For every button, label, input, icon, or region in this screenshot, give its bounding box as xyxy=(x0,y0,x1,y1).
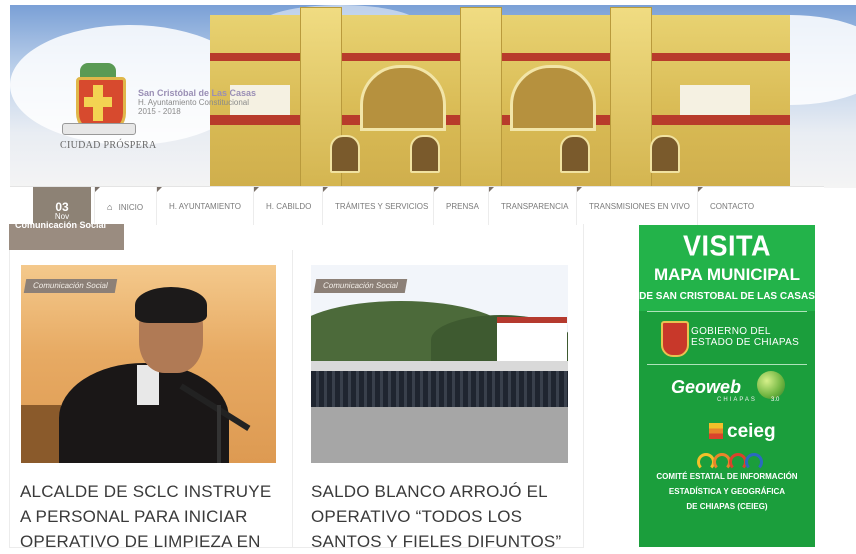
mic-stand-shape xyxy=(217,405,221,463)
geoweb-text: Geoweb xyxy=(671,377,742,397)
banner-visita: VISITA xyxy=(682,230,771,262)
post-title-2[interactable]: SALDO BLANCO ARROJÓ EL OPERATIVO “TODOS … xyxy=(311,479,576,554)
post-image-2[interactable]: Comunicación Social xyxy=(311,265,568,463)
globe-icon xyxy=(757,371,785,399)
nav-item-contacto[interactable]: CONTACTO xyxy=(697,187,766,225)
comite-line-1: COMITÉ ESTATAL DE INFORMACIÓN xyxy=(656,472,798,481)
crowd-shape xyxy=(311,371,568,407)
nav-item-h-ayuntamiento[interactable]: H. AYUNTAMIENTO xyxy=(156,187,253,225)
gobierno-line-2: ESTADO DE CHIAPAS xyxy=(691,337,800,348)
city-subtitle: H. Ayuntamiento Constitucional xyxy=(138,98,250,107)
main-nav: 03 Nov ⌂ INICIO H. AYUNTAMIENTO H. CABIL… xyxy=(10,186,824,225)
nav-item-transparencia[interactable]: TRANSPARENCIA xyxy=(488,187,580,225)
nav-label: TRÁMITES Y SERVICIOS xyxy=(335,202,429,211)
comite-line-3: DE CHIAPAS (CEIEG) xyxy=(686,502,768,511)
chair-shape xyxy=(21,405,61,463)
motto: CIUDAD PRÓSPERA xyxy=(60,140,157,151)
chiapas-shield-icon xyxy=(661,321,689,357)
column-divider xyxy=(292,250,293,547)
category-tab[interactable]: Comunicación Social xyxy=(9,220,124,250)
post-tag[interactable]: Comunicación Social xyxy=(313,279,407,293)
nav-label: TRANSPARENCIA xyxy=(501,202,569,211)
city-years: 2015 - 2018 xyxy=(138,107,181,116)
hair-shape xyxy=(135,287,207,323)
nav-label: H. AYUNTAMIENTO xyxy=(169,202,242,211)
comite-line-2: ESTADÍSTICA Y GEOGRÁFICA xyxy=(668,487,786,496)
post-image-1[interactable]: Comunicación Social xyxy=(21,265,276,463)
post-title-1[interactable]: ALCALDE DE SCLC INSTRUYE A PERSONAL PARA… xyxy=(20,479,285,554)
header-banner: San Cristóbal de Las Casas H. Ayuntamien… xyxy=(10,5,856,188)
nav-label: CONTACTO xyxy=(710,202,755,211)
nav-label: H. CABILDO xyxy=(266,202,312,211)
nav-item-prensa[interactable]: PRENSA xyxy=(433,187,491,225)
banner-header: VISITA MAPA MUNICIPAL DE SAN CRISTOBAL D… xyxy=(639,225,815,311)
city-title: San Cristóbal de Las Casas xyxy=(138,88,257,98)
comite-text: COMITÉ ESTATAL DE INFORMACIÓN ESTADÍSTIC… xyxy=(639,469,815,514)
ceieg-mark-icon xyxy=(709,423,723,439)
gobierno-line-1: GOBIERNO DEL xyxy=(691,326,771,337)
nav-item-transmisiones[interactable]: TRANSMISIONES EN VIVO xyxy=(576,187,702,225)
geoweb-version: 3.0 xyxy=(771,397,780,403)
banner-location: DE SAN CRISTOBAL DE LAS CASAS xyxy=(639,291,815,302)
home-icon: ⌂ xyxy=(107,202,113,212)
nav-label: TRANSMISIONES EN VIVO xyxy=(589,202,690,211)
gobierno-logo: GOBIERNO DEL ESTADO DE CHIAPAS xyxy=(639,312,815,364)
geoweb-sub: CHIAPAS xyxy=(717,397,757,403)
banner-mapa: MAPA MUNICIPAL xyxy=(653,265,801,284)
ceieg-logo: ceieg xyxy=(639,415,815,451)
ground-shape xyxy=(311,407,568,463)
nav-item-tramites[interactable]: TRÁMITES Y SERVICIOS xyxy=(322,187,440,225)
nav-item-h-cabildo[interactable]: H. CABILDO xyxy=(253,187,323,225)
municipal-crest-icon xyxy=(62,57,136,135)
cathedral-image xyxy=(210,7,790,188)
post-tag[interactable]: Comunicación Social xyxy=(23,279,117,293)
gobierno-text: GOBIERNO DEL ESTADO DE CHIAPAS xyxy=(691,326,799,348)
ceieg-text: ceieg xyxy=(727,421,776,442)
mapa-municipal-banner[interactable]: VISITA MAPA MUNICIPAL DE SAN CRISTOBAL D… xyxy=(639,225,815,547)
rings-icon xyxy=(639,451,815,471)
city-name: San Cristóbal de Las Casas H. Ayuntamien… xyxy=(138,88,257,117)
geoweb-logo: Geoweb CHIAPAS 3.0 xyxy=(639,365,815,415)
nav-label: INICIO xyxy=(118,203,144,212)
nav-label: PRENSA xyxy=(446,202,479,211)
category-label: Comunicación Social xyxy=(15,220,107,230)
